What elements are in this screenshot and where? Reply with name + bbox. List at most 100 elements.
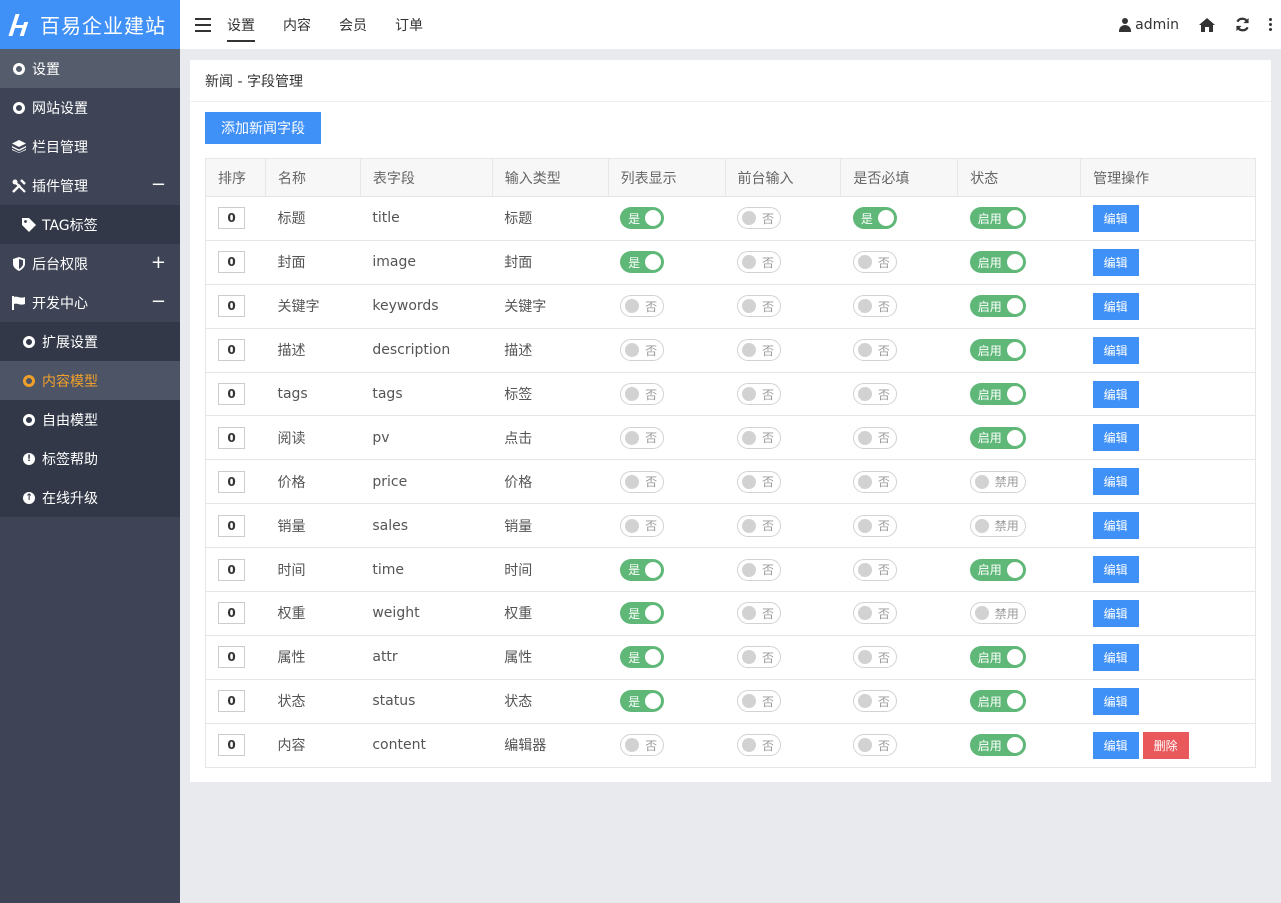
status-switch[interactable]: 启用	[969, 383, 1026, 405]
sort-input[interactable]: 0	[218, 558, 245, 581]
sort-input[interactable]: 0	[218, 734, 245, 757]
required-switch[interactable]: 否	[852, 339, 897, 362]
sidebar-item-2[interactable]: 栏目管理	[0, 127, 180, 166]
edit-button[interactable]: 编辑	[1092, 292, 1139, 320]
status-switch[interactable]: 启用	[969, 646, 1026, 669]
required-switch[interactable]: 是	[852, 207, 897, 230]
sidebar-item-8[interactable]: 内容模型	[0, 361, 180, 400]
collapse-icon[interactable]: −	[151, 176, 166, 194]
sort-input[interactable]: 0	[218, 602, 245, 625]
sort-input[interactable]: 0	[218, 383, 245, 405]
list-show-switch[interactable]: 是	[620, 251, 665, 274]
status-switch[interactable]: 启用	[969, 207, 1026, 230]
required-switch[interactable]: 否	[852, 251, 897, 274]
list-show-switch[interactable]: 是	[620, 602, 665, 625]
sort-input[interactable]: 0	[218, 339, 245, 362]
status-switch[interactable]: 启用	[969, 295, 1026, 318]
sidebar-item-7[interactable]: 扩展设置	[0, 322, 180, 361]
edit-button[interactable]: 编辑	[1092, 204, 1139, 232]
front-input-switch[interactable]: 否	[737, 383, 782, 405]
list-show-switch[interactable]: 是	[620, 690, 665, 713]
tab-0[interactable]: 设置	[227, 0, 255, 49]
edit-button[interactable]: 编辑	[1092, 556, 1139, 584]
edit-button[interactable]: 编辑	[1092, 380, 1139, 408]
required-switch[interactable]: 否	[852, 470, 897, 493]
status-switch[interactable]: 启用	[969, 690, 1026, 713]
edit-button[interactable]: 编辑	[1092, 512, 1139, 540]
edit-button[interactable]: 编辑	[1092, 643, 1139, 671]
front-input-switch[interactable]: 否	[737, 558, 782, 581]
home-icon[interactable]	[1199, 17, 1215, 33]
front-input-switch[interactable]: 否	[737, 339, 782, 362]
list-show-switch[interactable]: 否	[620, 295, 665, 318]
sort-input[interactable]: 0	[218, 251, 245, 274]
required-switch[interactable]: 否	[852, 426, 897, 449]
required-switch[interactable]: 否	[852, 690, 897, 713]
edit-button[interactable]: 编辑	[1092, 731, 1139, 759]
sidebar-item-10[interactable]: ! 标签帮助	[0, 439, 180, 478]
sidebar-item-0[interactable]: 设置	[0, 49, 180, 88]
sidebar-item-4[interactable]: TAG标签	[0, 205, 180, 244]
tab-3[interactable]: 订单	[395, 0, 423, 49]
sidebar-item-11[interactable]: ↑ 在线升级	[0, 478, 180, 517]
required-switch[interactable]: 否	[852, 295, 897, 318]
logo[interactable]: 百易企业建站	[0, 0, 180, 49]
required-switch[interactable]: 否	[852, 602, 897, 625]
refresh-icon[interactable]	[1234, 17, 1250, 33]
sort-input[interactable]: 0	[218, 295, 245, 318]
front-input-switch[interactable]: 否	[737, 646, 782, 669]
sort-input[interactable]: 0	[218, 690, 245, 713]
edit-button[interactable]: 编辑	[1092, 248, 1139, 276]
front-input-switch[interactable]: 否	[737, 207, 782, 230]
sidebar-item-5[interactable]: 后台权限 +	[0, 244, 180, 283]
tab-1[interactable]: 内容	[283, 0, 311, 49]
sidebar-item-3[interactable]: 插件管理 −	[0, 166, 180, 205]
status-switch[interactable]: 启用	[969, 734, 1026, 757]
status-switch[interactable]: 禁用	[969, 602, 1026, 625]
edit-button[interactable]: 编辑	[1092, 336, 1139, 364]
front-input-switch[interactable]: 否	[737, 295, 782, 318]
menu-toggle-icon[interactable]	[195, 17, 211, 32]
front-input-switch[interactable]: 否	[737, 426, 782, 449]
sort-input[interactable]: 0	[218, 470, 245, 493]
edit-button[interactable]: 编辑	[1092, 687, 1139, 715]
more-icon[interactable]	[1269, 18, 1273, 31]
list-show-switch[interactable]: 否	[620, 734, 665, 757]
required-switch[interactable]: 否	[852, 383, 897, 405]
list-show-switch[interactable]: 否	[620, 514, 665, 537]
tab-2[interactable]: 会员	[339, 0, 367, 49]
list-show-switch[interactable]: 是	[620, 207, 665, 230]
front-input-switch[interactable]: 否	[737, 602, 782, 625]
list-show-switch[interactable]: 否	[620, 426, 665, 449]
front-input-switch[interactable]: 否	[737, 690, 782, 713]
collapse-icon[interactable]: −	[151, 293, 166, 311]
required-switch[interactable]: 否	[852, 646, 897, 669]
sort-input[interactable]: 0	[218, 207, 245, 230]
status-switch[interactable]: 启用	[969, 426, 1026, 449]
front-input-switch[interactable]: 否	[737, 470, 782, 493]
list-show-switch[interactable]: 否	[620, 470, 665, 493]
status-switch[interactable]: 启用	[969, 251, 1026, 274]
sidebar-item-9[interactable]: 自由模型	[0, 400, 180, 439]
edit-button[interactable]: 编辑	[1092, 599, 1139, 627]
edit-button[interactable]: 编辑	[1092, 424, 1139, 452]
front-input-switch[interactable]: 否	[737, 514, 782, 537]
status-switch[interactable]: 禁用	[969, 470, 1026, 493]
sidebar-item-1[interactable]: 网站设置	[0, 88, 180, 127]
expand-icon[interactable]: +	[151, 254, 166, 272]
status-switch[interactable]: 禁用	[969, 514, 1026, 537]
sort-input[interactable]: 0	[218, 426, 245, 449]
add-field-button[interactable]: 添加新闻字段	[205, 112, 321, 144]
list-show-switch[interactable]: 是	[620, 646, 665, 669]
required-switch[interactable]: 否	[852, 558, 897, 581]
list-show-switch[interactable]: 是	[620, 558, 665, 581]
front-input-switch[interactable]: 否	[737, 251, 782, 274]
user-menu[interactable]: admin	[1119, 17, 1179, 33]
front-input-switch[interactable]: 否	[737, 734, 782, 757]
sort-input[interactable]: 0	[218, 646, 245, 669]
required-switch[interactable]: 否	[852, 514, 897, 537]
delete-button[interactable]: 删除	[1142, 731, 1189, 759]
sort-input[interactable]: 0	[218, 514, 245, 537]
status-switch[interactable]: 启用	[969, 558, 1026, 581]
sidebar-item-6[interactable]: 开发中心 −	[0, 283, 180, 322]
